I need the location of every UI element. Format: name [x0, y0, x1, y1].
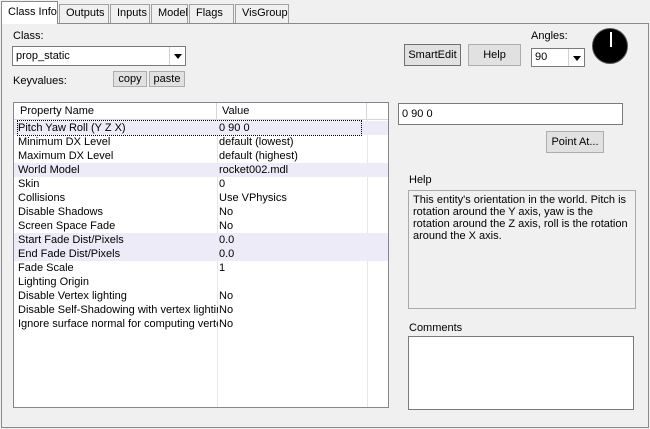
- angle-dial-needle: [610, 32, 612, 47]
- help-text: This entity's orientation in the world. …: [413, 194, 628, 242]
- property-value: default (lowest): [219, 136, 294, 148]
- comments-label: Comments: [409, 322, 463, 334]
- table-row[interactable]: Lighting Origin: [14, 275, 388, 289]
- property-value: 1: [219, 262, 226, 274]
- property-name: Start Fade Dist/Pixels: [18, 234, 124, 246]
- property-name: Lighting Origin: [18, 276, 89, 288]
- tab-class-info[interactable]: Class Info: [1, 1, 58, 24]
- property-name: Minimum DX Level: [18, 136, 111, 148]
- smartedit-toggle[interactable]: SmartEdit: [404, 44, 461, 66]
- table-row[interactable]: Disable Shadows No: [14, 205, 388, 219]
- chevron-down-icon[interactable]: [568, 49, 584, 66]
- angles-value: 90: [535, 51, 548, 63]
- table-row[interactable]: Collisions Use VPhysics: [14, 191, 388, 205]
- property-value: 0: [219, 178, 226, 190]
- tab-model[interactable]: Model: [151, 4, 188, 23]
- property-value: 0.0: [219, 248, 235, 260]
- help-button[interactable]: Help: [468, 44, 521, 66]
- property-value: Use VPhysics: [219, 192, 287, 204]
- chevron-down-icon[interactable]: [169, 47, 185, 65]
- property-value: No: [219, 318, 234, 330]
- property-value: default (highest): [219, 150, 298, 162]
- property-name: World Model: [18, 164, 80, 176]
- property-name: Fade Scale: [18, 262, 74, 274]
- class-value: prop_static: [16, 50, 70, 62]
- paste-button[interactable]: paste: [149, 71, 185, 87]
- keyvalues-label: Keyvalues:: [13, 75, 67, 87]
- tab-strip: Class Info Outputs Inputs Model Flags Vi…: [0, 0, 650, 24]
- property-name: Ignore surface normal for computing vert…: [18, 318, 218, 330]
- angle-dial[interactable]: [592, 28, 628, 64]
- copy-button[interactable]: copy: [113, 71, 147, 87]
- class-label: Class:: [13, 30, 44, 42]
- table-row[interactable]: Disable Vertex lighting No: [14, 289, 388, 303]
- angles-label: Angles:: [531, 30, 568, 42]
- property-name: Maximum DX Level: [18, 150, 114, 162]
- table-row[interactable]: Minimum DX Level default (lowest): [14, 135, 388, 149]
- tab-flags[interactable]: Flags: [189, 4, 234, 23]
- property-value: rocket002.mdl: [219, 164, 289, 176]
- tab-outputs[interactable]: Outputs: [59, 4, 109, 23]
- help-text-box: This entity's orientation in the world. …: [408, 190, 636, 309]
- grid-header: Property Name Value: [14, 103, 388, 120]
- property-name: Disable Vertex lighting: [18, 290, 127, 302]
- property-value: 0.0: [219, 234, 235, 246]
- value-input[interactable]: 0 90 0: [398, 103, 623, 125]
- grid-rows: Pitch Yaw Roll (Y Z X) 0 90 0 Minimum DX …: [14, 120, 388, 331]
- angles-combo[interactable]: 90: [531, 48, 585, 67]
- table-row[interactable]: Maximum DX Level default (highest): [14, 149, 388, 163]
- property-name: Disable Shadows: [18, 206, 103, 218]
- table-row[interactable]: End Fade Dist/Pixels 0.0: [14, 247, 388, 261]
- property-grid[interactable]: Property Name Value Pitch Yaw Roll (Y Z …: [13, 102, 389, 408]
- column-header-value[interactable]: Value: [217, 103, 367, 120]
- comments-textarea[interactable]: [408, 336, 634, 410]
- help-label: Help: [409, 174, 432, 186]
- column-header-spacer: [367, 103, 388, 120]
- table-row[interactable]: World Model rocket002.mdl: [14, 163, 388, 177]
- column-header-property-name[interactable]: Property Name: [14, 103, 217, 120]
- table-row[interactable]: Disable Self-Shadowing with vertex light…: [14, 303, 388, 317]
- property-value: 0 90 0: [219, 122, 250, 134]
- property-name: Skin: [18, 178, 40, 190]
- table-row[interactable]: Start Fade Dist/Pixels 0.0: [14, 233, 388, 247]
- table-row[interactable]: Screen Space Fade No: [14, 219, 388, 233]
- class-combo[interactable]: prop_static: [12, 46, 186, 66]
- property-name: Disable Self-Shadowing with vertex light…: [18, 304, 218, 316]
- table-row[interactable]: Ignore surface normal for computing vert…: [14, 317, 388, 331]
- property-value: No: [219, 220, 234, 232]
- property-value: No: [219, 304, 234, 316]
- property-value: No: [219, 206, 234, 218]
- table-row[interactable]: Pitch Yaw Roll (Y Z X) 0 90 0: [14, 120, 388, 136]
- tab-visgroup[interactable]: VisGroup: [235, 4, 289, 23]
- property-value: No: [219, 290, 234, 302]
- tab-inputs[interactable]: Inputs: [110, 4, 150, 23]
- property-name: End Fade Dist/Pixels: [18, 248, 121, 260]
- property-name: Screen Space Fade: [18, 220, 116, 232]
- table-row[interactable]: Fade Scale 1: [14, 261, 388, 275]
- property-name: Collisions: [18, 192, 66, 204]
- table-row[interactable]: Skin 0: [14, 177, 388, 191]
- point-at-button[interactable]: Point At...: [546, 131, 604, 153]
